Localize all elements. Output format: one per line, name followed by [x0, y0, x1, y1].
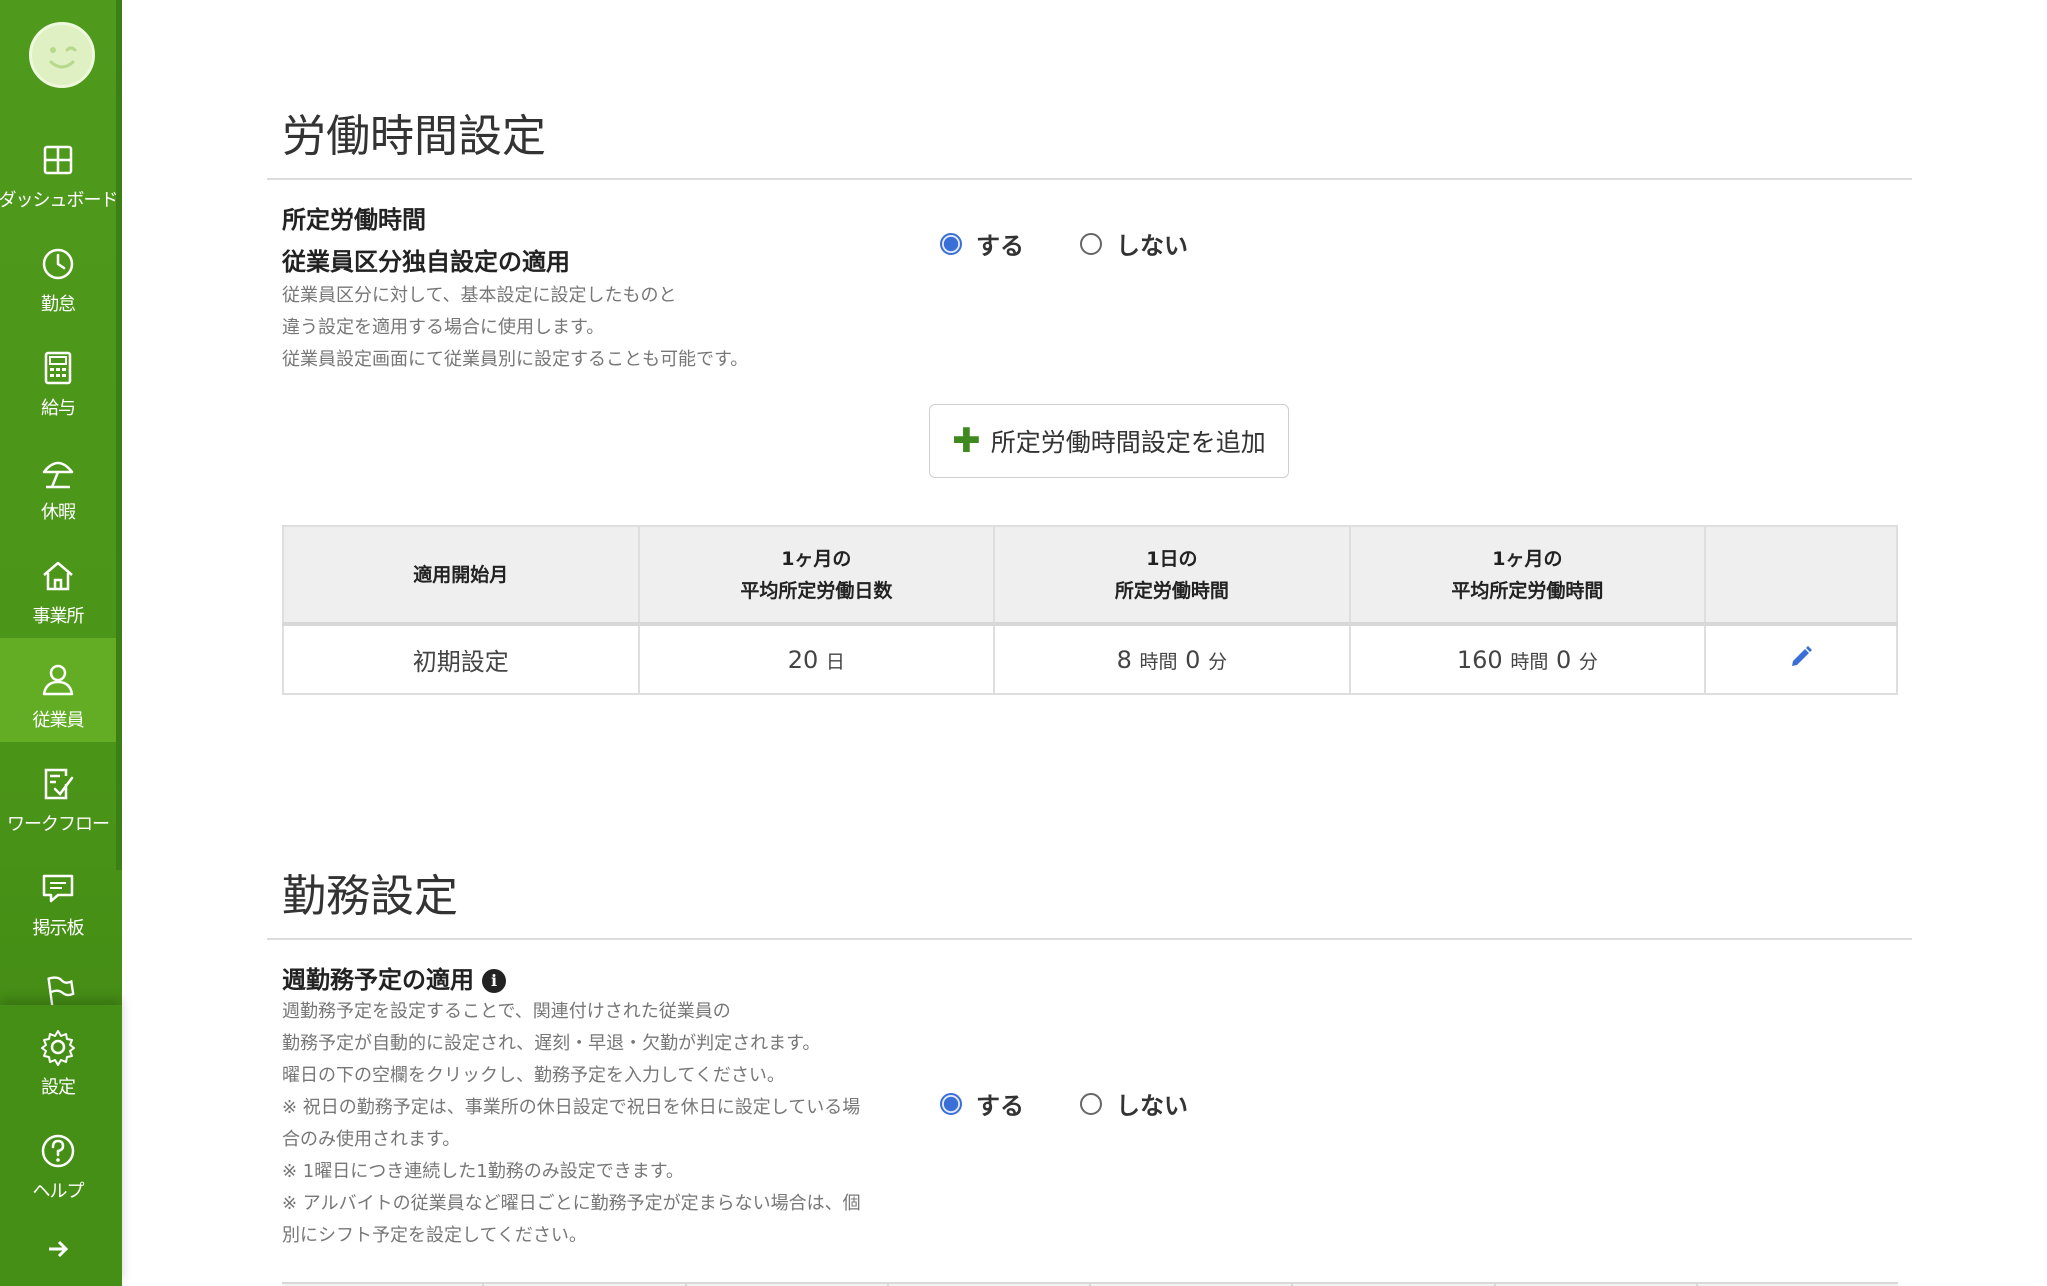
setting-label: 従業員区分独自設定の適用 [282, 248, 570, 276]
sidebar-item-dashboard[interactable]: ダッシュボード [0, 118, 119, 222]
sidebar-item-label: 休暇 [41, 502, 76, 523]
divider [267, 178, 1912, 180]
info-icon[interactable]: i [482, 969, 506, 993]
description-line: 違う設定を適用する場合に使用します。 [282, 317, 605, 338]
column-header: 1ヶ月の 平均所定労働日数 [637, 525, 996, 625]
radio-button[interactable] [1080, 1092, 1102, 1115]
sidebar-item-payroll[interactable]: 給与 [0, 326, 116, 430]
cell-actions [1704, 623, 1898, 695]
cell-avg-days: 20 日 [637, 623, 996, 695]
setting-description: 週勤務予定を設定することで、関連付けされた従業員の 勤務予定が自動的に設定され、… [282, 996, 861, 1252]
help-icon [41, 1134, 75, 1168]
work-hours-table: 適用開始月 1ヶ月の 平均所定労働日数 1日の 所定労働時間 1ヶ月の 平均所定労働時… [282, 525, 1898, 695]
setting-description: 従業員区分に対して、基本設定に設定したものと 違う設定を適用する場合に使用します… [282, 280, 748, 376]
cell-start-month: 初期設定 [282, 623, 640, 695]
sidebar-item-employee[interactable]: 従業員 [0, 638, 116, 742]
description-line: 週勤務予定を設定することで、関連付けされた従業員の [282, 1001, 731, 1022]
setting-label: 週勤務予定の適用 i [282, 960, 506, 995]
sidebar-item-label: 掲示板 [32, 918, 85, 939]
description-line: 曜日の下の空欄をクリックし、勤務予定を入力してください。 [282, 1065, 785, 1086]
sidebar-item-label: ヘルプ [32, 1181, 85, 1202]
setting-label: 所定労働時間 [282, 206, 426, 234]
clock-icon [42, 248, 74, 280]
work-hours-radio-group: する しない [940, 226, 1244, 261]
description-line: 従業員区分に対して、基本設定に設定したものと [282, 285, 677, 306]
sidebar-item-attendance[interactable]: 勤怠 [0, 222, 116, 326]
sidebar-item-bulletin[interactable]: 掲示板 [0, 846, 116, 950]
umbrella-icon [42, 461, 74, 489]
description-line: ※ 1曜日につき連続した1勤務のみ設定できます。 [282, 1161, 684, 1182]
radio-button-checked[interactable] [940, 1092, 962, 1115]
description-line: 勤務予定が自動的に設定され、遅刻・早退・欠勤が判定されます。 [282, 1033, 821, 1054]
sidebar-item-label: 勤怠 [41, 294, 76, 315]
description-line: ※ アルバイトの従業員など曜日ごとに勤務予定が定まらない場合は、個 [282, 1193, 861, 1214]
description-line: 合のみ使用されます。 [282, 1129, 461, 1150]
section-title-work-hours: 労働時間設定 [282, 111, 546, 162]
sidebar-item-label: 設定 [41, 1077, 76, 1098]
smiley-face-icon[interactable] [29, 22, 95, 88]
radio-apply-no[interactable]: しない [1080, 1086, 1188, 1121]
sidebar-item-leave[interactable]: 休暇 [0, 430, 116, 534]
main-content: 労働時間設定 所定労働時間 従業員区分独自設定の適用 従業員区分に対して、基本設… [122, 0, 2047, 1286]
button-label: 所定労働時間設定を追加 [990, 428, 1266, 457]
radio-button[interactable] [1080, 232, 1102, 255]
radio-label: する [976, 1092, 1024, 1120]
section-title-work-schedule: 勤務設定 [282, 871, 458, 922]
sidebar-bottom: 設定 ヘルプ [0, 1005, 122, 1286]
cell-monthly-hours: 160 時間 0 分 [1348, 623, 1707, 695]
radio-label: する [976, 232, 1024, 260]
description-line: ※ 祝日の勤務予定は、事業所の休日設定で祝日を休日に設定している場 [282, 1097, 861, 1118]
divider [267, 938, 1912, 940]
column-header [1704, 525, 1898, 625]
checklist-icon [44, 768, 74, 800]
table-row: 初期設定 20 日 8 時間 0 分 160 時間 0 分 [282, 623, 1898, 695]
sidebar-item-label: ワークフロー [7, 814, 110, 835]
sidebar-item-label: 従業員 [32, 710, 85, 731]
description-line: 別にシフト予定を設定してください。 [282, 1225, 587, 1246]
radio-label: しない [1116, 1092, 1188, 1120]
plus-icon: ✚ [952, 421, 981, 461]
sidebar-item-help[interactable]: ヘルプ [0, 1109, 116, 1213]
radio-button-checked[interactable] [940, 232, 962, 255]
radio-label: しない [1116, 232, 1188, 260]
column-header: 適用開始月 [282, 525, 640, 625]
pencil-icon[interactable] [1788, 644, 1814, 676]
column-header: 1ヶ月の 平均所定労働時間 [1348, 525, 1707, 625]
cell-daily-hours: 8 時間 0 分 [993, 623, 1351, 695]
radio-apply-no[interactable]: しない [1080, 226, 1188, 261]
description-line: 従業員設定画面にて従業員別に設定することも可能です。 [282, 349, 749, 370]
chat-icon [42, 874, 74, 903]
sidebar-item-office[interactable]: 事業所 [0, 534, 116, 638]
radio-apply-yes[interactable]: する [940, 226, 1024, 261]
calculator-icon [44, 351, 72, 385]
work-schedule-radio-group: する しない [940, 1086, 1244, 1121]
expand-sidebar-button[interactable] [0, 1235, 116, 1275]
sidebar-item-settings[interactable]: 設定 [0, 1005, 116, 1109]
add-work-hours-button[interactable]: ✚ 所定労働時間設定を追加 [929, 404, 1289, 478]
sidebar-item-flag[interactable] [0, 950, 116, 1010]
schedule-table-top [282, 1282, 1898, 1286]
arrow-right-icon [49, 1240, 69, 1258]
dashboard-icon [43, 145, 73, 175]
sidebar-item-workflow[interactable]: ワークフロー [0, 742, 116, 846]
radio-apply-yes[interactable]: する [940, 1086, 1024, 1121]
column-header: 1日の 所定労働時間 [993, 525, 1351, 625]
gear-icon [41, 1030, 75, 1066]
sidebar-item-label: 事業所 [32, 606, 85, 627]
sidebar-item-label: 給与 [41, 398, 76, 419]
table-header-row: 適用開始月 1ヶ月の 平均所定労働日数 1日の 所定労働時間 1ヶ月の 平均所定労働時… [282, 525, 1898, 625]
sidebar-item-label: ダッシュボード [0, 190, 119, 211]
sidebar: ダッシュボード 勤怠 給与 休暇 事業所 従業員 ワークフロー 掲示板 設定 ヘ… [0, 0, 122, 1286]
home-icon [43, 561, 73, 591]
person-icon [42, 664, 74, 696]
